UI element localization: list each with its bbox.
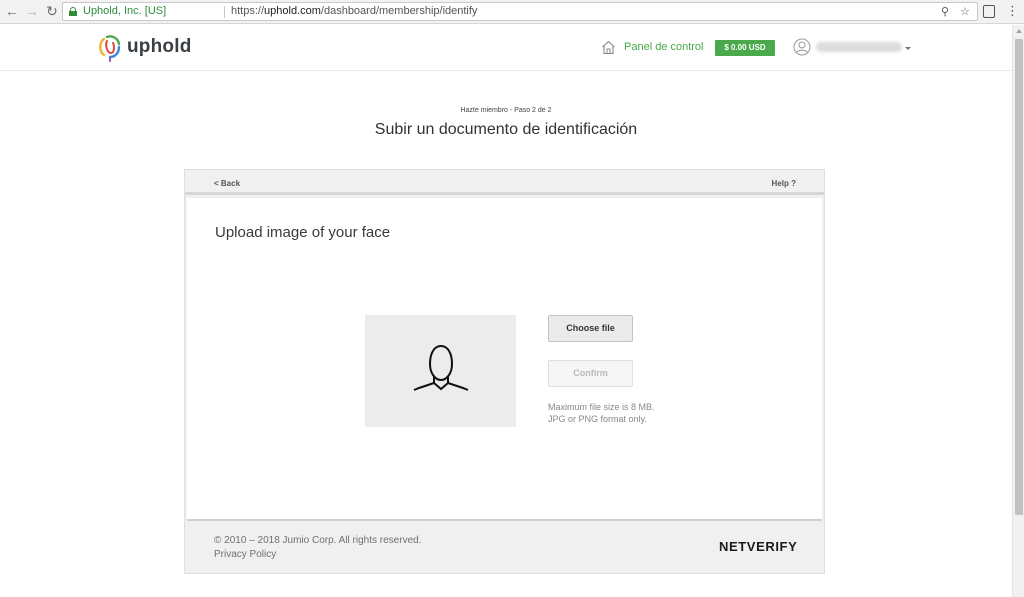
site-identity[interactable]: Uphold, Inc. [US] [83,3,166,20]
choose-file-button[interactable]: Choose file [548,315,633,342]
omnibox-divider [224,6,225,18]
page-scrollbar[interactable] [1012,25,1024,597]
home-icon[interactable] [601,40,616,55]
logo-text: uphold [127,36,192,57]
star-icon[interactable]: ☆ [960,4,970,21]
netverify-card: < Back Help ? Upload image of your face … [184,169,825,574]
step-indicator: Hazte miembro - Paso 2 de 2 [460,107,552,114]
key-icon[interactable]: ⚲ [941,4,949,21]
copyright-text: © 2010 – 2018 Jumio Corp. All rights res… [214,535,422,546]
browser-toolbar: ← → ↻ Uphold, Inc. [US] https://uphold.c… [0,0,1024,24]
file-format-hint: JPG or PNG format only. [548,414,647,424]
face-placeholder [365,315,516,427]
confirm-button[interactable]: Confirm [548,360,633,387]
netverify-logo: NETVERIFY [719,539,798,554]
forward-arrow-icon[interactable]: → [24,3,40,19]
file-size-hint: Maximum file size is 8 MB. [548,402,655,412]
uphold-logo-icon [99,35,121,62]
dashboard-link[interactable]: Panel de control [624,41,704,53]
upload-title: Upload image of your face [215,224,391,241]
page-title: Subir un documento de identificación [374,121,638,138]
face-silhouette-icon [413,344,469,391]
more-menu-icon[interactable]: ⋮ [1006,3,1019,19]
user-name-blurred[interactable] [816,42,902,52]
url-text[interactable]: https://uphold.com/dashboard/membership/… [231,3,477,20]
privacy-policy-link[interactable]: Privacy Policy [214,549,276,560]
chevron-down-icon[interactable] [905,47,911,50]
upload-panel: Upload image of your face Choose file Co… [187,198,822,521]
back-link[interactable]: < Back [214,179,240,188]
reload-icon[interactable]: ↻ [44,3,60,19]
card-top-bar: < Back Help ? [185,170,824,195]
address-bar[interactable]: Uphold, Inc. [US] https://uphold.com/das… [62,2,978,21]
help-link[interactable]: Help ? [772,179,796,188]
lock-icon [69,7,77,16]
app-header: uphold Panel de control $ 0.00 USD [0,25,1012,71]
scroll-up-arrow-icon[interactable] [1016,29,1022,33]
scroll-thumb[interactable] [1015,39,1023,515]
back-arrow-icon[interactable]: ← [4,3,20,19]
user-avatar-icon[interactable] [793,38,811,56]
balance-badge[interactable]: $ 0.00 USD [715,40,775,56]
extension-shield-icon[interactable] [983,5,995,18]
